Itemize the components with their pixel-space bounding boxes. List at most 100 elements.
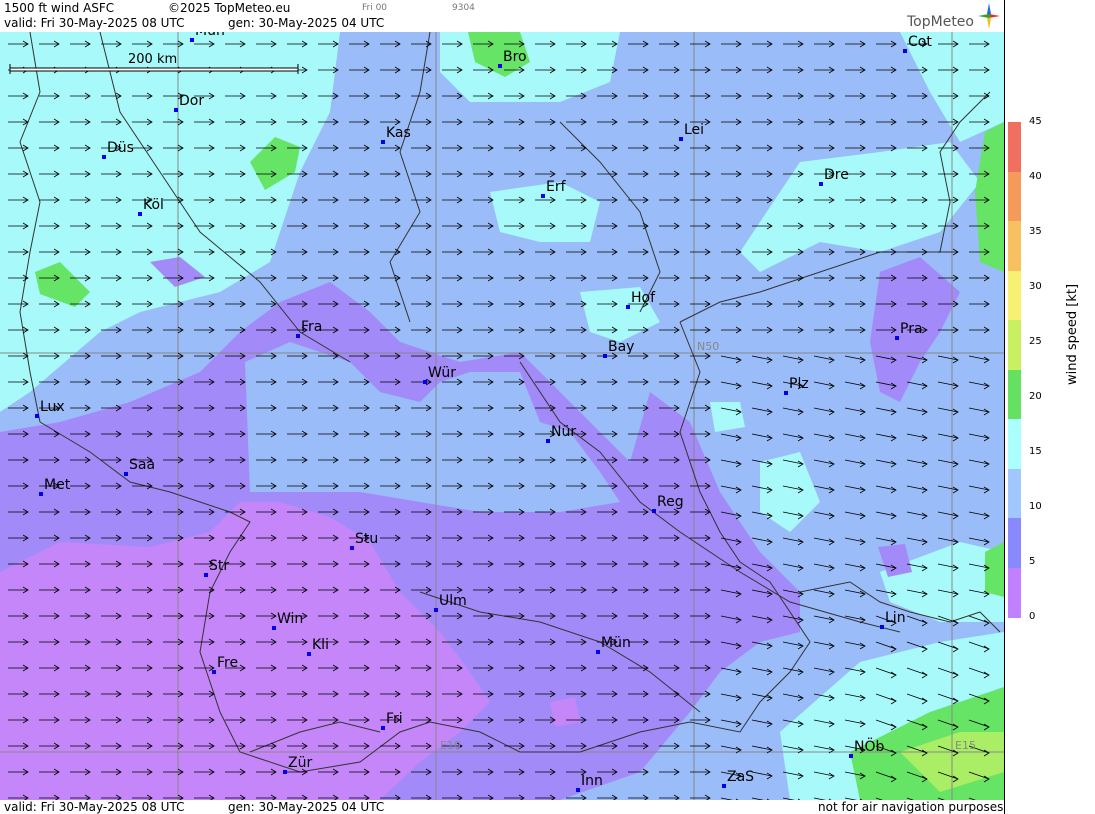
city-marker xyxy=(350,546,354,550)
map-footer: valid: Fri 30-May-2025 08 UTC gen: 30-Ma… xyxy=(0,800,1004,814)
legend-swatch xyxy=(1008,122,1021,172)
city-label: Dor xyxy=(179,93,205,109)
disclaimer-text: not for air navigation purposes xyxy=(818,800,1004,814)
legend-swatch xyxy=(1008,221,1021,271)
city-label: Cot xyxy=(908,34,932,50)
grid-label-e15: E15 xyxy=(955,739,976,752)
city-label: Bay xyxy=(608,339,635,355)
compass-icon xyxy=(978,3,1000,29)
city-label: Kas xyxy=(386,125,411,141)
city-marker xyxy=(204,573,208,577)
city-marker xyxy=(124,472,128,476)
city-label: Mün xyxy=(195,32,225,39)
city-marker xyxy=(283,770,287,774)
city-marker xyxy=(102,155,106,159)
legend-tick-label: 10 xyxy=(1029,501,1042,512)
city-label: Saa xyxy=(129,457,156,473)
legend-swatch xyxy=(1008,518,1021,568)
valid-time: valid: Fri 30-May-2025 08 UTC xyxy=(4,16,185,30)
city-marker xyxy=(722,784,726,788)
generated-time: gen: 30-May-2025 04 UTC xyxy=(228,16,385,30)
grid-label-e10: E10 xyxy=(440,739,461,752)
map-header: 1500 ft wind ASFC ©2025 TopMeteo.eu Fri … xyxy=(0,0,1004,32)
legend-swatch xyxy=(1008,419,1021,469)
grid-label-n50: N50 xyxy=(697,340,720,353)
city-label: NÖb xyxy=(854,739,885,755)
city-marker xyxy=(679,137,683,141)
city-marker xyxy=(895,336,899,340)
city-marker xyxy=(596,650,600,654)
city-marker xyxy=(296,334,300,338)
legend-swatch xyxy=(1008,468,1021,519)
topmeteo-logo[interactable]: TopMeteo xyxy=(880,3,1000,31)
city-label: Str xyxy=(209,558,230,574)
legend-tick-label: 40 xyxy=(1029,171,1042,182)
wind-field xyxy=(0,32,1004,800)
city-label: ZaS xyxy=(727,769,755,785)
city-marker xyxy=(541,194,545,198)
city-marker xyxy=(190,38,194,42)
legend-swatch xyxy=(1008,320,1021,370)
city-label: Bro xyxy=(503,49,527,65)
city-marker xyxy=(138,212,142,216)
city-label: Win xyxy=(277,611,304,627)
city-label: Mün xyxy=(601,635,631,651)
code-label: 9304 xyxy=(452,3,475,13)
legend-tick-label: 5 xyxy=(1029,556,1036,567)
city-label: Nür xyxy=(551,424,577,440)
city-marker xyxy=(381,140,385,144)
city-marker xyxy=(174,108,178,112)
wind-map[interactable]: 200 km N50 E10 E15 Mün Bro Cot Dor Kas Lei Düs… xyxy=(0,32,1004,800)
city-label: Lei xyxy=(684,122,705,138)
city-marker xyxy=(35,414,39,418)
city-label: Zür xyxy=(288,755,313,771)
city-label: Plz xyxy=(789,376,809,392)
city-marker xyxy=(880,625,884,629)
city-label: Lin xyxy=(885,610,906,626)
city-label: Stu xyxy=(355,531,379,547)
run-label: Fri 00 xyxy=(362,3,388,13)
legend-swatch xyxy=(1008,171,1021,222)
city-marker xyxy=(576,788,580,792)
city-marker xyxy=(423,380,427,384)
legend-swatch xyxy=(1008,369,1021,420)
legend-unit-label: wind speed [kt] xyxy=(1065,283,1080,385)
scale-label: 200 km xyxy=(128,52,178,67)
legend-tick-label: 45 xyxy=(1029,116,1042,127)
city-marker xyxy=(546,439,550,443)
footer-generated-time: gen: 30-May-2025 04 UTC xyxy=(228,800,385,814)
legend-tick-label: 20 xyxy=(1029,391,1042,402)
city-marker xyxy=(652,509,656,513)
city-label: Erf xyxy=(546,179,566,195)
city-label: Fre xyxy=(217,655,239,671)
copyright-text: ©2025 TopMeteo.eu xyxy=(168,1,291,15)
legend-tick-label: 0 xyxy=(1029,611,1036,622)
city-label: Fri xyxy=(386,711,403,727)
city-marker xyxy=(849,754,853,758)
city-marker xyxy=(307,652,311,656)
product-title: 1500 ft wind ASFC xyxy=(4,1,115,15)
legend-swatch xyxy=(1008,567,1021,618)
city-marker xyxy=(39,492,43,496)
city-marker xyxy=(381,726,385,730)
legend-tick-label: 35 xyxy=(1029,226,1042,237)
footer-valid-time: valid: Fri 30-May-2025 08 UTC xyxy=(4,800,185,814)
city-marker xyxy=(626,305,630,309)
city-marker xyxy=(603,354,607,358)
city-label: Pra xyxy=(900,321,923,337)
city-label: Met xyxy=(44,477,71,493)
city-label: Köl xyxy=(143,197,164,213)
city-marker xyxy=(903,49,907,53)
city-label: Wür xyxy=(428,365,456,381)
city-marker xyxy=(434,608,438,612)
legend-tick-label: 30 xyxy=(1029,281,1042,292)
wind-speed-legend: 45 40 35 30 25 20 15 10 5 0 wind speed [kt] xyxy=(1004,0,1095,814)
city-marker xyxy=(212,670,216,674)
city-marker xyxy=(272,626,276,630)
city-label: Inn xyxy=(581,773,603,789)
city-marker xyxy=(819,182,823,186)
legend-color-bar xyxy=(1008,122,1021,618)
city-label: Reg xyxy=(657,494,684,510)
city-label: Kli xyxy=(312,637,329,653)
city-label: Ulm xyxy=(439,593,467,609)
